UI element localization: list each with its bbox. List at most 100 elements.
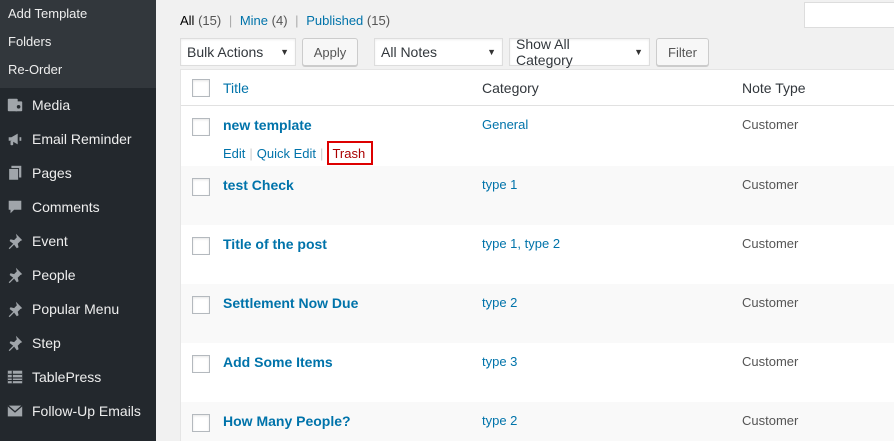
admin-sidebar: Add Template Folders Re-Order Media Emai… <box>0 0 156 441</box>
category-select-value: Show All Category <box>516 36 573 68</box>
sidebar-submenu: Add Template Folders Re-Order <box>0 0 156 88</box>
comment-icon <box>5 197 25 217</box>
filter-all-count: (15) <box>198 13 222 28</box>
row-title-link[interactable]: new template <box>223 117 312 133</box>
sidebar-item-label: People <box>32 267 76 283</box>
media-icon <box>5 95 25 115</box>
email-icon <box>5 401 25 421</box>
sidebar-item-people[interactable]: People <box>0 258 156 292</box>
column-category: Category <box>482 79 539 96</box>
row-category-link[interactable]: type 2 <box>482 295 517 310</box>
main-content: All (15) | Mine (4) | Published (15) Bul… <box>156 0 894 441</box>
filter-published-link[interactable]: Published <box>306 13 363 28</box>
bulk-actions-select[interactable]: Bulk Actions ▼ <box>180 38 296 66</box>
apply-button[interactable]: Apply <box>302 38 358 66</box>
sidebar-item-label: Event <box>32 233 68 249</box>
submenu-folders[interactable]: Folders <box>0 28 156 56</box>
row-category-link[interactable]: type 2 <box>482 413 517 428</box>
search-input[interactable] <box>804 2 894 28</box>
row-title-link[interactable]: Add Some Items <box>223 354 333 370</box>
table-row: Title of the post type 1, type 2 Custome… <box>181 225 894 284</box>
row-category-link[interactable]: General <box>482 117 528 132</box>
pin-icon <box>5 231 25 251</box>
chevron-down-icon: ▼ <box>487 47 496 57</box>
row-checkbox[interactable] <box>192 118 210 136</box>
row-checkbox[interactable] <box>192 296 210 314</box>
sidebar-item-popular-menu[interactable]: Popular Menu <box>0 292 156 326</box>
pin-icon <box>5 333 25 353</box>
row-note-type: Customer <box>742 236 799 251</box>
all-notes-value: All Notes <box>381 44 438 60</box>
sidebar-item-label: Follow-Up Emails <box>32 403 141 419</box>
sidebar-item-comments[interactable]: Comments <box>0 190 156 224</box>
filter-button[interactable]: Filter <box>656 38 709 66</box>
pin-icon <box>5 265 25 285</box>
filter-published-count: (15) <box>366 13 391 28</box>
filter-separator: | <box>228 13 233 28</box>
sidebar-item-label: Comments <box>32 199 100 215</box>
row-note-type: Customer <box>742 413 799 428</box>
table-row: Settlement Now Due type 2 Customer <box>181 284 894 343</box>
filter-mine-link[interactable]: Mine <box>240 13 268 28</box>
submenu-add-template[interactable]: Add Template <box>0 0 156 28</box>
row-category-link[interactable]: type 1 <box>482 177 517 192</box>
table-header: Title Category Note Type <box>181 70 894 106</box>
table-icon <box>5 367 25 387</box>
row-checkbox[interactable] <box>192 355 210 373</box>
sidebar-item-tablepress[interactable]: TablePress <box>0 360 156 394</box>
filter-separator: | <box>295 13 299 28</box>
sidebar-item-label: TablePress <box>32 369 102 385</box>
row-note-type: Customer <box>742 117 799 132</box>
filter-mine-count: (4) <box>271 13 288 28</box>
row-checkbox[interactable] <box>192 414 210 432</box>
row-title-link[interactable]: test Check <box>223 177 294 193</box>
chevron-down-icon: ▼ <box>634 47 643 57</box>
table-navigation: Bulk Actions ▼ Apply All Notes ▼ Show Al… <box>180 36 709 68</box>
row-checkbox[interactable] <box>192 178 210 196</box>
sidebar-item-email-reminder[interactable]: Email Reminder <box>0 122 156 156</box>
row-action-separator: | <box>249 145 253 161</box>
pin-icon <box>5 299 25 319</box>
table-row: new template Edit | Quick Edit | Trash G… <box>181 106 894 166</box>
trash-link[interactable]: Trash <box>327 141 374 165</box>
column-note-type: Note Type <box>742 79 806 96</box>
table-row: How Many People? type 2 Customer <box>181 402 894 441</box>
bulk-actions-value: Bulk Actions <box>187 44 264 60</box>
select-all-checkbox[interactable] <box>192 78 210 97</box>
sidebar-item-label: Media <box>32 97 71 113</box>
row-title-link[interactable]: Settlement Now Due <box>223 295 358 311</box>
column-title-sort[interactable]: Title <box>223 80 249 96</box>
row-actions: Edit | Quick Edit | Trash <box>223 141 482 165</box>
category-select[interactable]: Show All Category ▼ <box>509 36 650 68</box>
sidebar-item-label: Pages <box>32 165 72 181</box>
sidebar-item-event[interactable]: Event <box>0 224 156 258</box>
pages-icon <box>5 163 25 183</box>
row-category-link[interactable]: type 3 <box>482 354 517 369</box>
row-note-type: Customer <box>742 295 799 310</box>
status-filter-links: All (15) | Mine (4) | Published (15) <box>180 13 390 28</box>
row-title-link[interactable]: Title of the post <box>223 236 327 252</box>
all-notes-select[interactable]: All Notes ▼ <box>374 38 503 66</box>
table-row: test Check type 1 Customer <box>181 166 894 225</box>
row-note-type: Customer <box>742 354 799 369</box>
megaphone-icon <box>5 129 25 149</box>
row-note-type: Customer <box>742 177 799 192</box>
quick-edit-link[interactable]: Quick Edit <box>257 146 316 161</box>
sidebar-item-label: Popular Menu <box>32 301 120 317</box>
submenu-re-order[interactable]: Re-Order <box>0 56 156 84</box>
row-checkbox[interactable] <box>192 237 210 255</box>
notes-table: Title Category Note Type new template Ed… <box>180 69 894 441</box>
table-row: Add Some Items type 3 Customer <box>181 343 894 402</box>
row-category-link[interactable]: type 1, type 2 <box>482 236 560 251</box>
sidebar-item-media[interactable]: Media <box>0 88 156 122</box>
sidebar-item-step[interactable]: Step <box>0 326 156 360</box>
filter-all-link[interactable]: All <box>180 13 194 28</box>
sidebar-item-pages[interactable]: Pages <box>0 156 156 190</box>
sidebar-item-follow-up-emails[interactable]: Follow-Up Emails <box>0 394 156 428</box>
sidebar-item-label: Email Reminder <box>32 131 132 147</box>
row-title-link[interactable]: How Many People? <box>223 413 351 429</box>
sidebar-item-label: Step <box>32 335 61 351</box>
chevron-down-icon: ▼ <box>280 47 289 57</box>
edit-link[interactable]: Edit <box>223 146 245 161</box>
row-action-separator: | <box>320 145 324 161</box>
